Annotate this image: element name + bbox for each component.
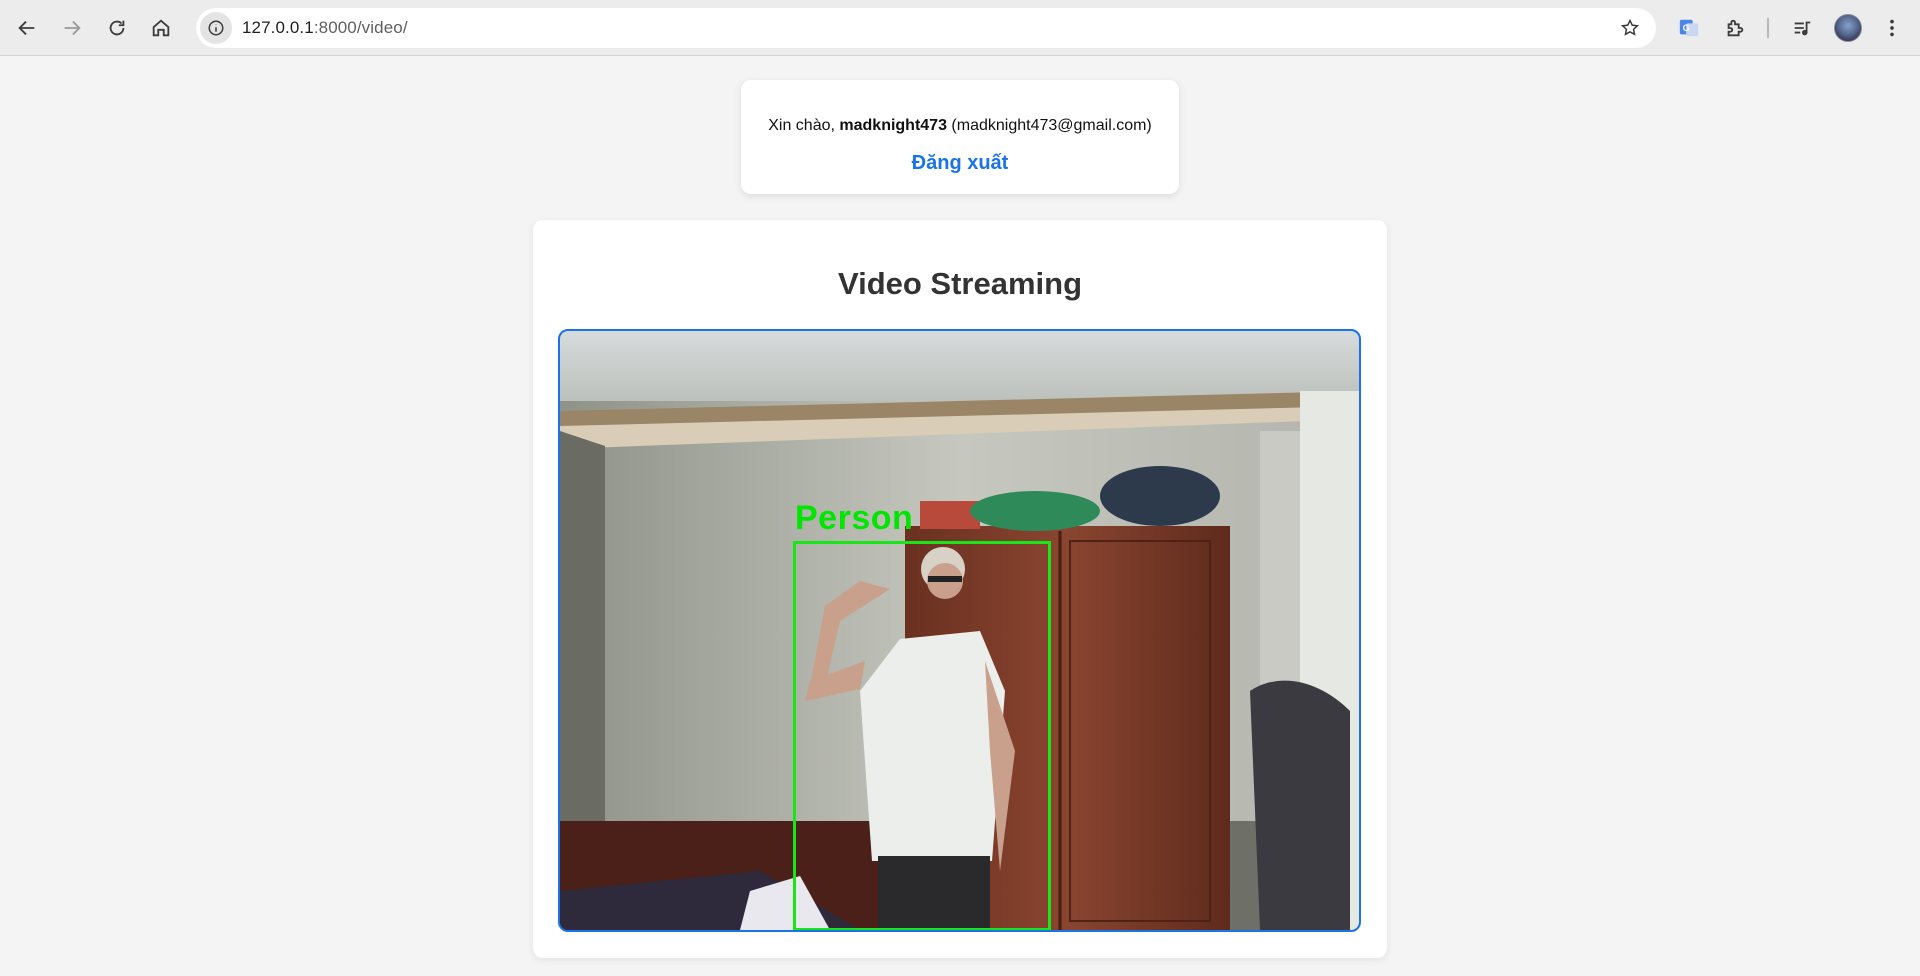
browser-toolbar: 127.0.0.1:8000/video/ G	[0, 0, 1920, 56]
profile-avatar[interactable]	[1834, 14, 1862, 42]
username: madknight473	[839, 117, 947, 134]
user-info-card: Xin chào, madknight473 (madknight473@gma…	[741, 80, 1179, 194]
forward-arrow-icon[interactable]	[54, 10, 90, 46]
greeting-text: Xin chào, madknight473 (madknight473@gma…	[741, 117, 1179, 135]
greeting-prefix: Xin chào,	[768, 117, 840, 134]
svg-text:G: G	[1683, 23, 1690, 33]
home-icon[interactable]	[143, 10, 179, 46]
page-title: Video Streaming	[837, 266, 1083, 301]
kebab-menu-icon[interactable]	[1874, 10, 1910, 46]
back-arrow-icon[interactable]	[9, 10, 45, 46]
detection-label: Person	[795, 499, 914, 537]
puzzle-icon[interactable]	[1717, 10, 1753, 46]
info-icon[interactable]	[200, 12, 232, 44]
address-bar[interactable]: 127.0.0.1:8000/video/	[196, 8, 1656, 48]
google-translate-icon[interactable]: G	[1671, 10, 1707, 46]
toolbar-divider	[1767, 18, 1769, 38]
logout-link[interactable]: Đăng xuất	[741, 152, 1179, 175]
media-queue-icon[interactable]	[1784, 10, 1820, 46]
user-email: (madknight473@gmail.com)	[946, 117, 1152, 134]
detection-bounding-box	[793, 541, 1051, 930]
url-host: 127.0.0.1	[242, 18, 314, 37]
url-text[interactable]: 127.0.0.1:8000/video/	[242, 8, 408, 48]
video-stream-frame: Person	[558, 329, 1361, 932]
reload-icon[interactable]	[99, 10, 135, 46]
star-icon[interactable]	[1614, 12, 1646, 44]
url-path: :8000/video/	[313, 18, 408, 37]
